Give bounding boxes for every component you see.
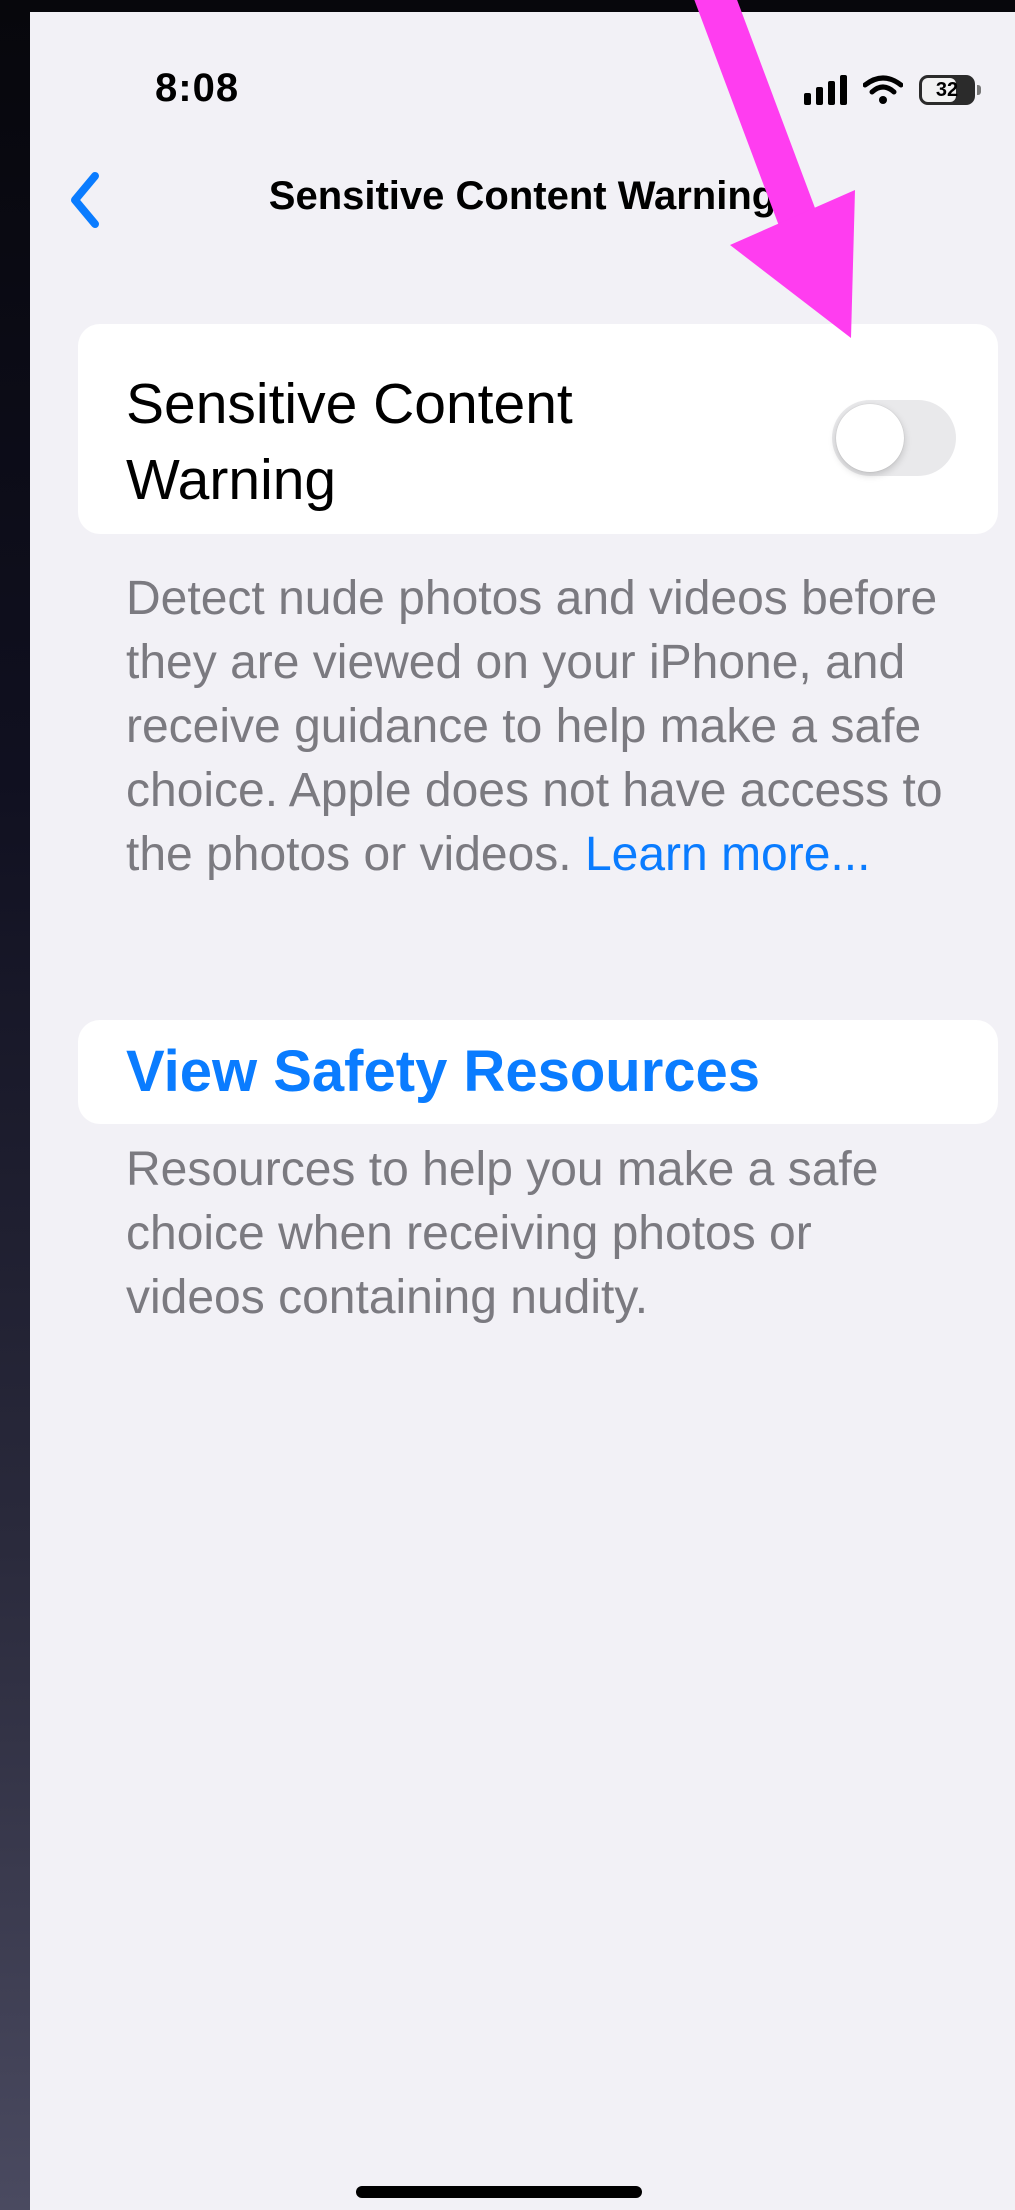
toggle-footer: Detect nude photos and videos before the… xyxy=(126,567,956,887)
battery-icon: 32 xyxy=(919,75,981,105)
home-indicator[interactable] xyxy=(356,2186,642,2198)
view-safety-resources-label: View Safety Resources xyxy=(126,1039,761,1104)
page-title: Sensitive Content Warning xyxy=(268,174,777,218)
signal-icon xyxy=(804,75,847,105)
battery-level: 32 xyxy=(935,78,959,101)
status-time: 8:08 xyxy=(155,66,240,110)
resources-footer: Resources to help you make a safe choice… xyxy=(126,1143,879,1324)
learn-more-link[interactable]: Learn more... xyxy=(585,828,870,881)
sensitive-content-warning-row: Sensitive Content Warning xyxy=(78,324,998,534)
back-button[interactable] xyxy=(50,160,120,240)
wifi-icon xyxy=(863,75,903,104)
toggle-knob xyxy=(836,404,904,472)
toggle-label: Sensitive Content Warning xyxy=(126,372,573,512)
status-bar: 8:08 32 xyxy=(30,12,1015,152)
view-safety-resources-button[interactable]: View Safety Resources xyxy=(78,1020,998,1124)
status-icons: 32 xyxy=(804,70,981,110)
sensitive-content-warning-toggle[interactable] xyxy=(832,400,956,476)
chevron-left-icon xyxy=(71,172,99,228)
nav-bar: Sensitive Content Warning xyxy=(30,152,1015,252)
phone-screen: 8:08 32 Sensitive Content Warning Sensit xyxy=(30,12,1015,2210)
